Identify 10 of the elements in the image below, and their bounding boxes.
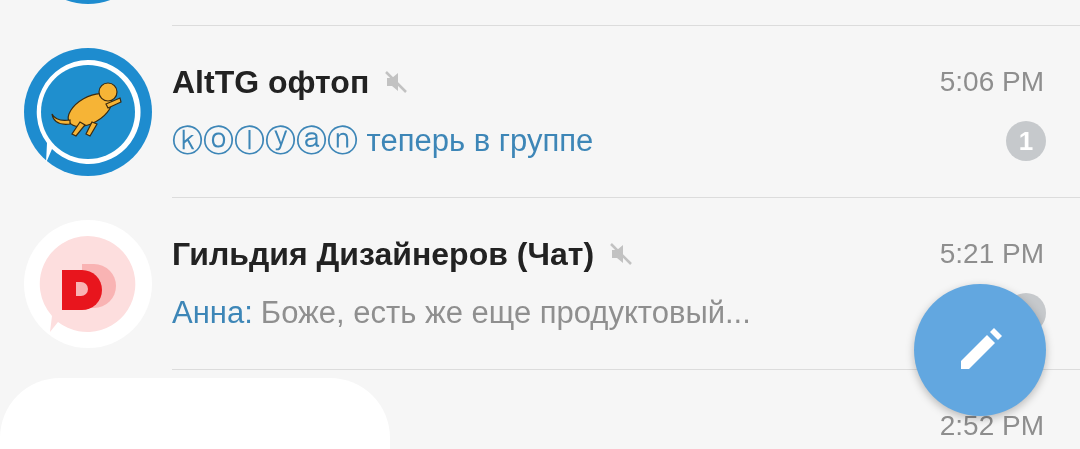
message-preview: ⓚⓞⓛⓨⓐⓝ теперь в группе (172, 122, 594, 160)
message-preview: Боже, есть же еще продуктовый... (260, 295, 751, 331)
compose-button[interactable] (914, 284, 1046, 416)
chat-title: Гильдия Дизайнеров (Чат) (172, 235, 595, 273)
message-time: 5:06 PM (939, 66, 1044, 98)
sender-name: Анна: (172, 295, 253, 331)
chat-title: AltTG офтоп (172, 63, 370, 101)
message-time: 2:52 PM (939, 410, 1044, 442)
unread-badge: 1 (1006, 121, 1046, 161)
message-time: 5:21 PM (939, 238, 1044, 270)
